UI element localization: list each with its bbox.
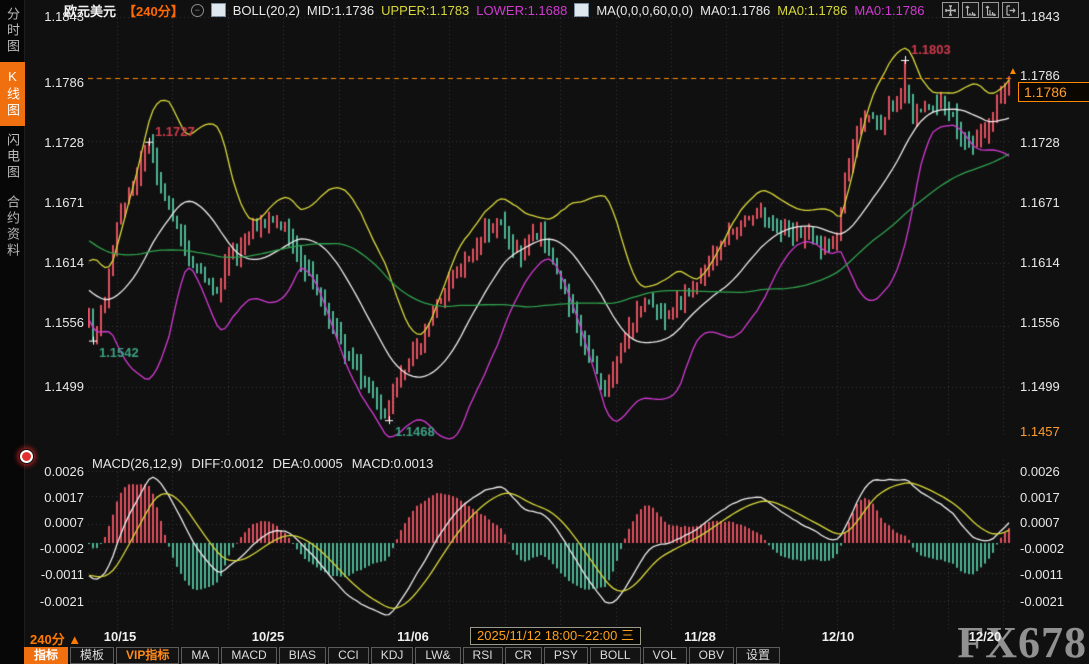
- y-axis-right-icon[interactable]: [982, 2, 999, 18]
- toolbar-item-bias[interactable]: BIAS: [279, 647, 326, 664]
- selected-bar-datetime: 2025/11/12 18:00~22:00 三: [470, 627, 641, 645]
- macd-chart-canvas[interactable]: [88, 458, 1012, 633]
- macd-label-right: -0.0002: [1020, 541, 1086, 556]
- current-price-badge: 1.1786: [1018, 82, 1089, 102]
- price-label-right: 1.1728: [1020, 135, 1086, 150]
- boll-label: BOLL(20,2): [233, 3, 300, 18]
- pan-icon[interactable]: [942, 2, 959, 18]
- sidebar-item-kline[interactable]: K线图: [0, 62, 25, 126]
- toolbar-item-settings[interactable]: 设置: [736, 647, 780, 664]
- macd-dea-value: DEA:0.0005: [273, 456, 343, 471]
- chart-window-controls: [942, 2, 1019, 18]
- toolbar-item-lw[interactable]: LW&: [415, 647, 460, 664]
- macd-macd-value: MACD:0.0013: [352, 456, 434, 471]
- date-tick: 11/06: [373, 629, 453, 644]
- toolbar-item-boll[interactable]: BOLL: [590, 647, 641, 664]
- date-tick: 10/25: [228, 629, 308, 644]
- price-label-left: 1.1499: [28, 379, 84, 394]
- price-label-right: 1.1499: [1020, 379, 1086, 394]
- period-selector[interactable]: 240分 ▲: [30, 629, 81, 648]
- left-sidebar: 分时图 K线图 闪电图 合约资料: [0, 0, 25, 664]
- toolbar-item-macd[interactable]: MACD: [221, 647, 276, 664]
- date-tick: 12/20: [945, 629, 1025, 644]
- toolbar-item-ma[interactable]: MA: [181, 647, 219, 664]
- indicator-toolbar: 指标 模板 VIP指标 MA MACD BIAS CCI KDJ LW& RSI…: [24, 647, 782, 664]
- date-tick: 10/15: [80, 629, 160, 644]
- ma-chart-thumbnail-icon[interactable]: [574, 3, 589, 17]
- macd-label-right: -0.0021: [1020, 594, 1086, 609]
- toolbar-item-template[interactable]: 模板: [70, 647, 114, 664]
- macd-label: MACD(26,12,9): [92, 456, 182, 471]
- macd-label-left: 0.0017: [22, 490, 84, 505]
- date-tick: 11/28: [660, 629, 740, 644]
- period-label[interactable]: 【240分】: [123, 1, 184, 20]
- price-label-left: 1.1556: [28, 315, 84, 330]
- toolbar-item-cr[interactable]: CR: [505, 647, 542, 664]
- exit-fullscreen-icon[interactable]: [1002, 2, 1019, 18]
- price-label-right: 1.1843: [1020, 9, 1086, 24]
- ma-label: MA(0,0,0,60,0,0): [596, 3, 693, 18]
- toolbar-item-obv[interactable]: OBV: [689, 647, 734, 664]
- price-label-left: 1.1786: [28, 75, 84, 90]
- macd-diff-value: DIFF:0.0012: [191, 456, 263, 471]
- toolbar-item-vip-indicator[interactable]: VIP指标: [116, 647, 179, 664]
- boll-upper-value: UPPER:1.1783: [381, 3, 469, 18]
- toolbar-item-psy[interactable]: PSY: [544, 647, 588, 664]
- boll-mid-value: MID:1.1736: [307, 3, 374, 18]
- macd-label-left: -0.0002: [22, 541, 84, 556]
- hot-indicator-icon: [20, 450, 33, 463]
- toolbar-item-cci[interactable]: CCI: [328, 647, 369, 664]
- collapse-icon[interactable]: −: [191, 4, 204, 17]
- price-label-right: 1.1556: [1020, 315, 1086, 330]
- macd-label-left: 0.0007: [22, 515, 84, 530]
- price-label-left: 1.1614: [28, 255, 84, 270]
- price-label-left: 1.1671: [28, 195, 84, 210]
- sidebar-item-lightning[interactable]: 闪电图: [0, 126, 25, 188]
- ma0-magenta-value: MA0:1.1786: [854, 3, 924, 18]
- sidebar-item-timeshare[interactable]: 分时图: [0, 0, 25, 62]
- macd-label-right: -0.0011: [1020, 567, 1086, 582]
- price-label-right: 1.1671: [1020, 195, 1086, 210]
- toolbar-item-vol[interactable]: VOL: [643, 647, 687, 664]
- boll-lower-value: LOWER:1.1688: [476, 3, 567, 18]
- symbol-name: 欧元美元: [64, 1, 116, 20]
- price-label-left: 1.1728: [28, 135, 84, 150]
- macd-label-left: -0.0021: [22, 594, 84, 609]
- toolbar-item-kdj[interactable]: KDJ: [371, 647, 414, 664]
- macd-label-right: 0.0017: [1020, 490, 1086, 505]
- toolbar-item-indicator[interactable]: 指标: [24, 647, 68, 664]
- chart-header: 欧元美元 【240分】 − BOLL(20,2) MID:1.1736 UPPE…: [64, 2, 925, 18]
- kline-app: 分时图 K线图 闪电图 合约资料 欧元美元 【240分】 − BOLL(20,2…: [0, 0, 1089, 664]
- sidebar-item-contract-info[interactable]: 合约资料: [0, 188, 25, 266]
- boll-chart-thumbnail-icon[interactable]: [211, 3, 226, 17]
- price-label-right: 1.1786: [1020, 68, 1086, 83]
- macd-label-right: 0.0026: [1020, 464, 1086, 479]
- ma0-yellow-value: MA0:1.1786: [777, 3, 847, 18]
- date-tick: 12/10: [798, 629, 878, 644]
- candlestick-chart-canvas[interactable]: [88, 8, 1012, 440]
- y-axis-left-icon[interactable]: [962, 2, 979, 18]
- price-up-arrow-icon: ▲: [1008, 66, 1018, 77]
- ma0-white-value: MA0:1.1786: [700, 3, 770, 18]
- macd-label-left: -0.0011: [22, 567, 84, 582]
- macd-label-left: 0.0026: [22, 464, 84, 479]
- price-label-right: 1.1614: [1020, 255, 1086, 270]
- macd-label-right: 0.0007: [1020, 515, 1086, 530]
- macd-header: MACD(26,12,9) DIFF:0.0012 DEA:0.0005 MAC…: [92, 456, 433, 471]
- toolbar-item-rsi[interactable]: RSI: [463, 647, 503, 664]
- range-low-label: 1.1457: [1020, 424, 1060, 439]
